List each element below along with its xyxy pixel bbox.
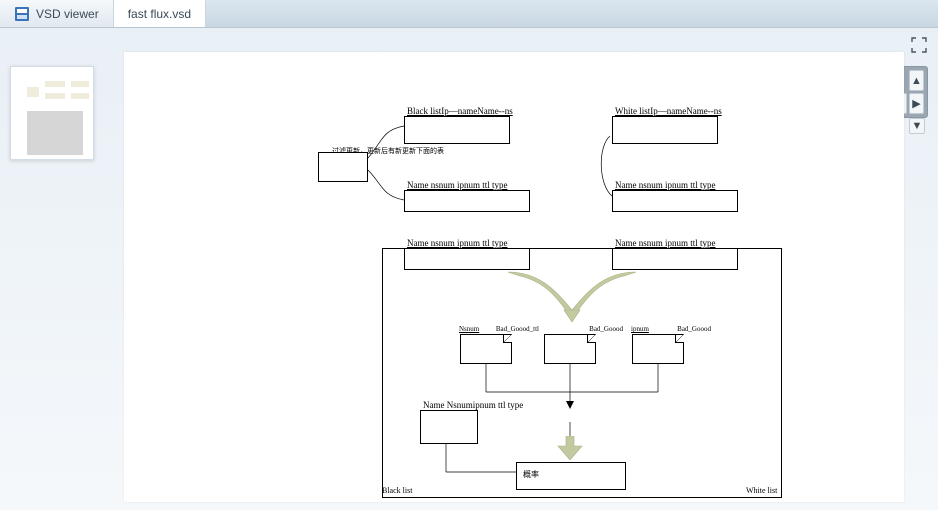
fullscreen-button[interactable] bbox=[910, 36, 928, 54]
tab-file[interactable]: fast flux.vsd bbox=[114, 0, 206, 27]
box-black-list: Black listIp—nameName--ns bbox=[404, 116, 510, 144]
tab-file-label: fast flux.vsd bbox=[128, 7, 191, 21]
box-white-list: White listIp—nameName--ns bbox=[612, 116, 718, 144]
down-arrow-icon bbox=[556, 436, 584, 465]
page-thumbnail[interactable] bbox=[10, 66, 94, 160]
doc-badgood: Bad_Goood bbox=[544, 334, 596, 364]
doc-ipnum: ipnum Bad_Goood bbox=[632, 334, 684, 364]
vsd-file-icon bbox=[14, 6, 30, 22]
merge-arrow-icon bbox=[502, 270, 642, 327]
thumbnail-preview bbox=[15, 71, 89, 155]
box-nsnum-2: Name nsnum ipnum ttl type bbox=[612, 190, 738, 212]
tab-app-title[interactable]: VSD viewer bbox=[0, 0, 114, 27]
label-black-list: Black list bbox=[382, 486, 412, 495]
box-name-nsnumip: Name Nsnumipnum ttl type bbox=[420, 410, 478, 444]
box-rate: 概率 bbox=[516, 462, 626, 490]
tab-bar: VSD viewer fast flux.vsd bbox=[0, 0, 938, 28]
diagram: 过滤更新，更新后有新更新下面的表 Black listIp—nameName--… bbox=[124, 52, 904, 502]
tab-app-title-label: VSD viewer bbox=[36, 7, 99, 21]
box-nsnum-1: Name nsnum ipnum ttl type bbox=[404, 190, 530, 212]
doc-nsnum: Nsnum Bad_Goood_ttl bbox=[460, 334, 512, 364]
page-canvas[interactable]: 过滤更新，更新后有新更新下面的表 Black listIp—nameName--… bbox=[124, 52, 904, 502]
workspace: + ▲ − ◀ ✕ ▶ ▼ bbox=[0, 28, 938, 510]
label-white-list: White list bbox=[746, 486, 777, 495]
pan-right-button[interactable]: ▶ bbox=[909, 93, 924, 114]
box-filter bbox=[318, 152, 368, 182]
pan-down-button[interactable]: ▼ bbox=[909, 118, 925, 134]
pan-up-button[interactable]: ▲ bbox=[909, 70, 924, 91]
